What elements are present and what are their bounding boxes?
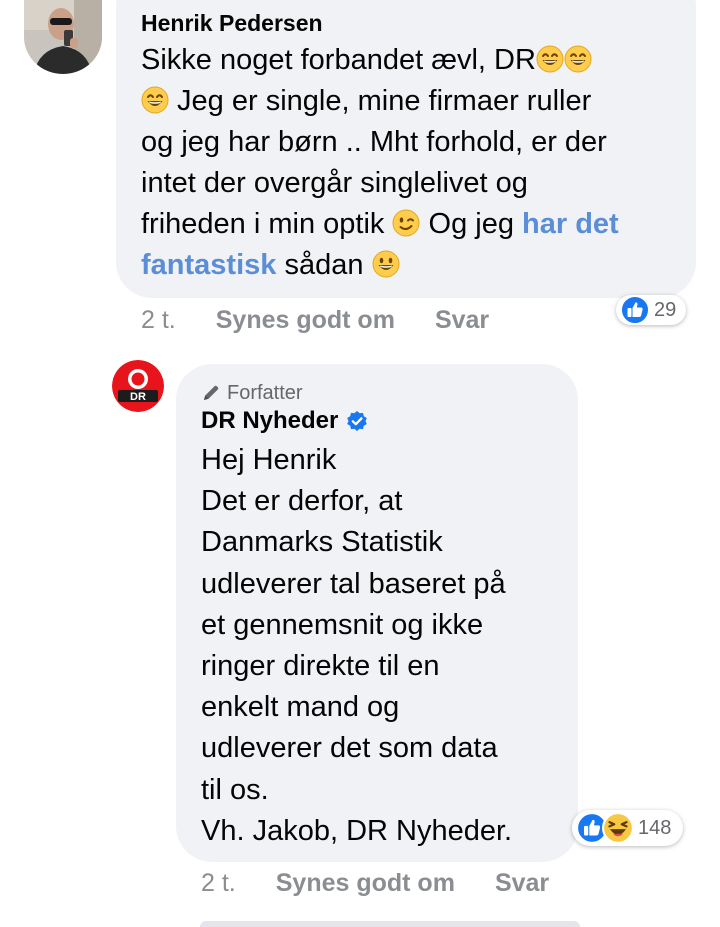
comment-text-line: Sikke noget forbandet ævl, DR bbox=[141, 44, 536, 76]
comment-text-line: Vh. Jakob, DR Nyheder. bbox=[201, 814, 513, 847]
comment-text-line: udleverer tal baseret på bbox=[201, 567, 506, 600]
comment-text-line: enkelt mand og bbox=[201, 691, 400, 724]
like-button[interactable]: Synes godt om bbox=[276, 869, 455, 898]
comment-text-line: Danmarks Statistik bbox=[201, 526, 443, 559]
grinning-face-icon bbox=[564, 45, 592, 73]
comment-author-row: DR Nyheder bbox=[201, 406, 558, 436]
comment-text-line: et gennemsnit og ikke bbox=[201, 608, 484, 641]
comment-actions: 2 t. Synes godt om Svar bbox=[141, 306, 529, 335]
author-badge-label: Forfatter bbox=[227, 382, 303, 404]
laughing-face-icon bbox=[602, 812, 634, 844]
svg-text:DR: DR bbox=[130, 391, 146, 403]
comment-text-line: friheden i min optik bbox=[141, 208, 393, 240]
comment-text: Sikke noget forbandet ævl, DR Jeg er sin… bbox=[141, 40, 674, 286]
reaction-count: 148 bbox=[638, 816, 672, 839]
comment-text-line: og jeg har børn .. Mht forhold, er der bbox=[141, 126, 607, 158]
hashtag-link[interactable]: har det bbox=[522, 208, 619, 240]
comment-text-line: ringer direkte til en bbox=[201, 650, 440, 683]
avatar[interactable] bbox=[24, 0, 102, 74]
reply-button[interactable]: Svar bbox=[495, 869, 549, 898]
like-button[interactable]: Synes godt om bbox=[216, 306, 395, 335]
comment-text-line: Og jeg bbox=[420, 208, 523, 240]
comment-text-line: Jeg er single, mine firmaer ruller bbox=[169, 85, 592, 117]
avatar[interactable]: DR bbox=[112, 360, 164, 412]
comment-author[interactable]: DR Nyheder bbox=[201, 406, 338, 436]
comment-bubble: Henrik Pedersen Sikke noget forbandet æv… bbox=[116, 0, 696, 298]
comment-text: Hej Henrik Det er derfor, at Danmarks St… bbox=[201, 440, 558, 852]
verified-badge-icon bbox=[347, 411, 368, 431]
comment-actions: 2 t. Synes godt om Svar bbox=[201, 869, 589, 898]
profile-photo bbox=[24, 0, 102, 74]
author-badge: Forfatter bbox=[201, 380, 558, 406]
comment-bubble: Forfatter DR Nyheder Hej Henrik Det er d… bbox=[176, 364, 578, 862]
reaction-count: 29 bbox=[654, 298, 677, 321]
reply-button[interactable]: Svar bbox=[435, 306, 489, 335]
comment-timestamp[interactable]: 2 t. bbox=[201, 869, 236, 898]
smiling-face-icon bbox=[372, 250, 400, 278]
winking-face-icon bbox=[392, 209, 420, 237]
dr-logo-icon: DR bbox=[112, 360, 164, 412]
comment-text-line: sådan bbox=[276, 249, 372, 281]
comment-text-line: til os. bbox=[201, 773, 269, 806]
thumbs-up-icon bbox=[620, 295, 650, 325]
comment-author[interactable]: Henrik Pedersen bbox=[141, 8, 674, 38]
comment-text-line: Det er derfor, at bbox=[201, 485, 403, 518]
grinning-face-icon bbox=[536, 45, 564, 73]
next-comment-edge bbox=[200, 921, 580, 927]
comment-timestamp[interactable]: 2 t. bbox=[141, 306, 176, 335]
grinning-face-icon bbox=[141, 86, 169, 114]
comment-text-line: Hej Henrik bbox=[201, 444, 337, 476]
hashtag-link[interactable]: fantastisk bbox=[141, 249, 276, 281]
comment-text-line: intet der overgår singlelivet og bbox=[141, 167, 528, 199]
pencil-icon bbox=[204, 385, 219, 400]
reaction-summary[interactable]: 148 bbox=[572, 810, 684, 846]
comment-text-line: udleverer det som data bbox=[201, 732, 498, 765]
reaction-summary[interactable]: 29 bbox=[616, 295, 687, 325]
